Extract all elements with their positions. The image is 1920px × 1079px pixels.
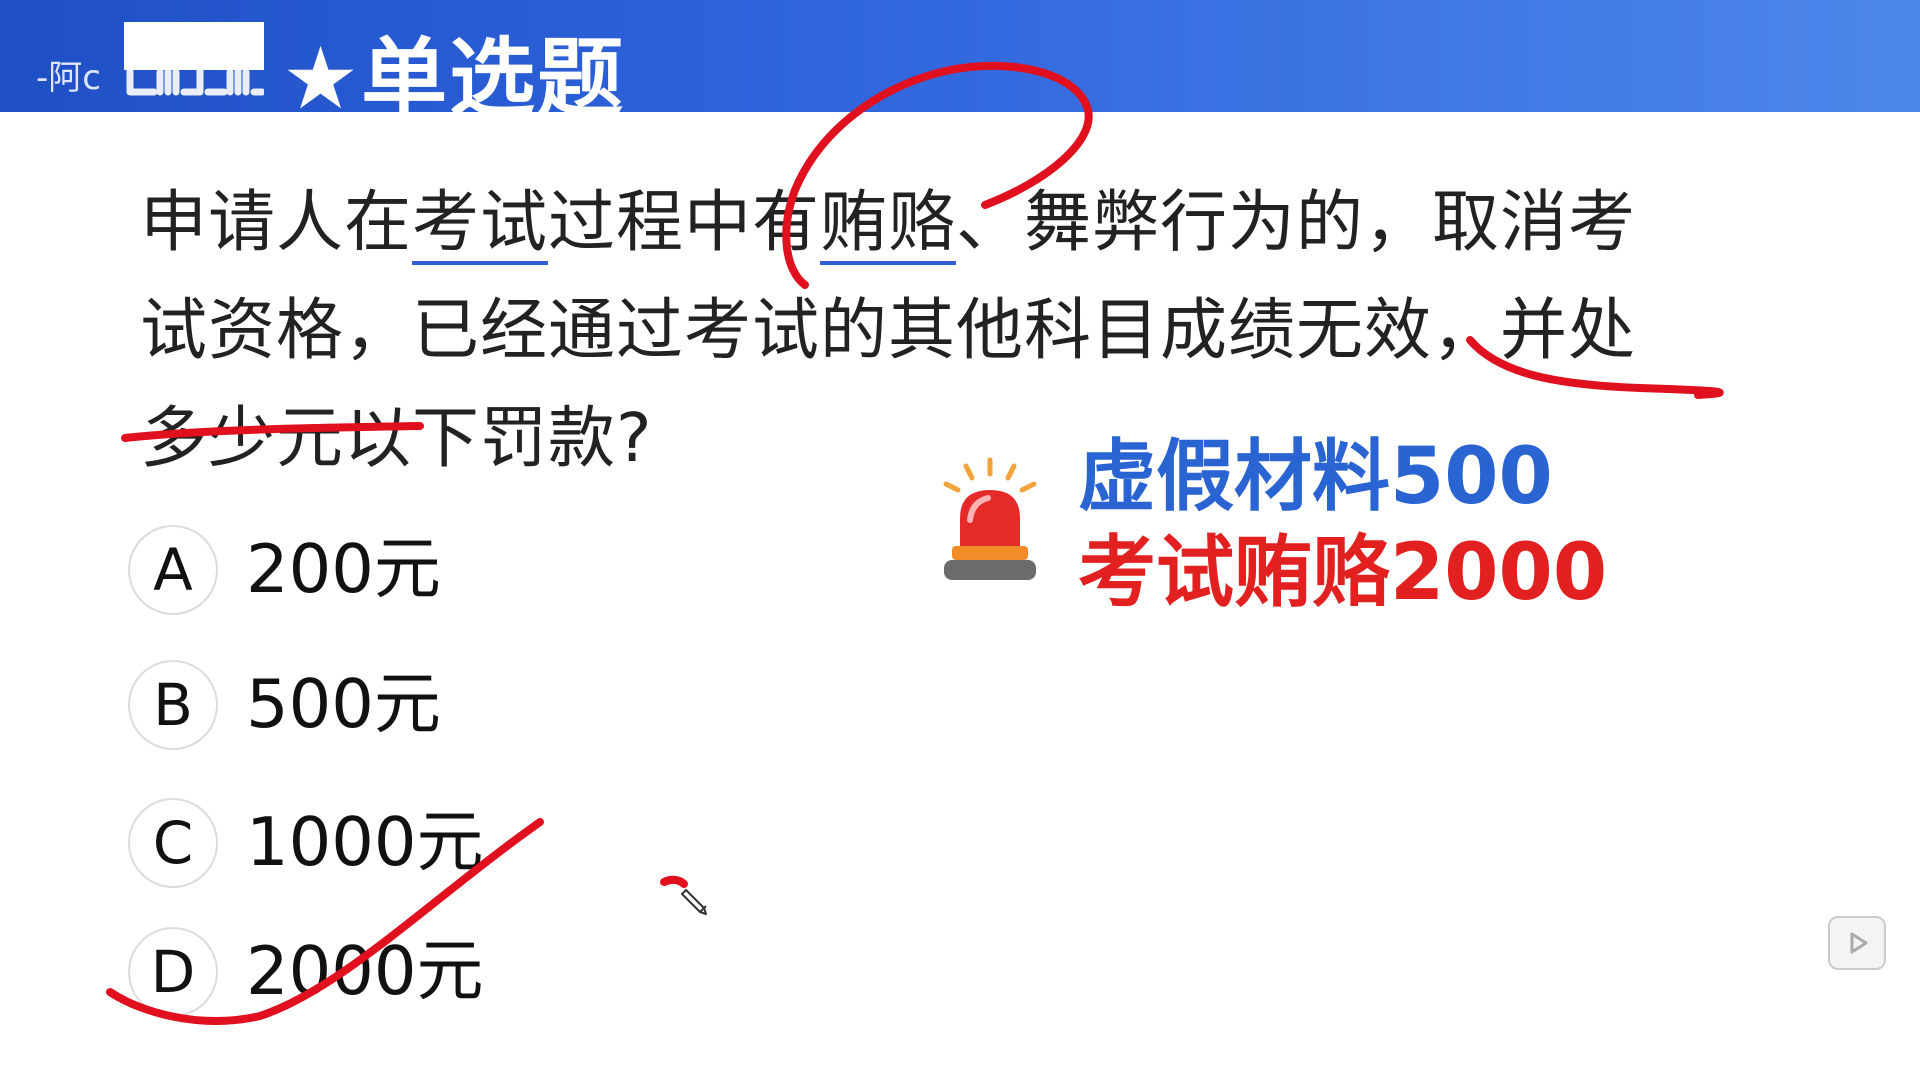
note-fake-materials: 虚假材料500 [1078,432,1553,522]
pencil-cursor-icon [681,889,707,915]
question-segment: 申请人在 [140,183,412,261]
watermark-text: -阿c [36,58,101,98]
option-text: 500元 [246,665,441,743]
question-segment: 、舞弊行为的，取消考 [956,183,1636,261]
siren-icon [943,457,1037,580]
play-icon [1850,932,1868,954]
question-segment: 过程中有 [548,183,820,261]
option-letter-badge: D [128,927,218,1017]
underlined-huilu: 贿赂 [820,183,956,265]
option-letter-badge: C [128,798,218,888]
bilibili-logo-icon [124,22,264,96]
option-letter-badge: A [128,525,218,615]
underlined-kaoshi: 考试 [412,183,548,265]
note-exam-bribery: 考试贿赂2000 [1078,528,1608,618]
annotation-dot [660,875,688,888]
page-title: ★单选题 [282,29,626,129]
question-line-2: 试资格，已经通过考试的其他科目成绩无效，并处 [140,291,1636,369]
option-letter-badge: B [128,660,218,750]
option-text: 200元 [246,530,441,608]
question-line-1: 申请人在考试过程中有贿赂、舞弊行为的，取消考 [140,168,1740,276]
option-text: 2000元 [246,932,484,1010]
header-bar: -阿c ★单选题 [0,0,1920,129]
play-button[interactable] [1828,916,1886,970]
option-text: 1000元 [246,803,484,881]
